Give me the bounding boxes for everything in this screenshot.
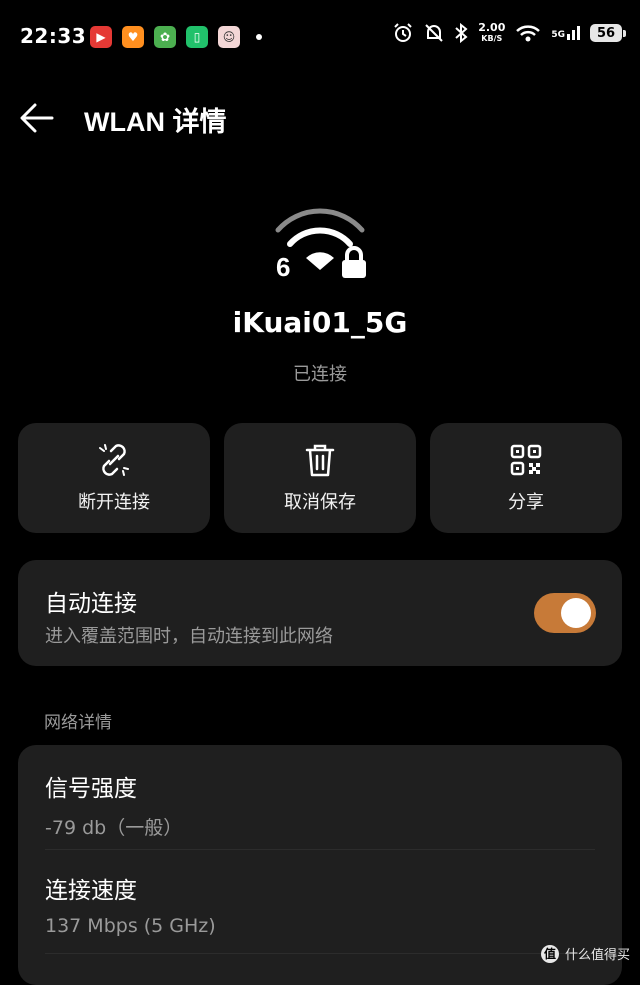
- cellular-signal-icon: 5G: [551, 26, 580, 40]
- wifi6-lock-icon: 6: [275, 208, 366, 282]
- connection-status: 已连接: [293, 364, 347, 385]
- signal-strength-value: -79 db（一般）: [45, 817, 183, 839]
- status-time: 22:33: [20, 24, 87, 48]
- avatar-app-icon: ☺: [218, 26, 240, 48]
- mute-bell-icon: [425, 24, 443, 42]
- disconnect-label: 断开连接: [78, 492, 150, 513]
- disconnect-button[interactable]: 断开连接: [18, 423, 210, 533]
- network-ssid: iKuai01_5G: [232, 306, 408, 339]
- wifi-status-icon: [516, 25, 541, 42]
- signal-strength-row: 信号强度 -79 db（一般）: [45, 769, 595, 840]
- wifi-standard-label: 6: [276, 252, 290, 282]
- auto-connect-subtitle: 进入覆盖范围时，自动连接到此网络: [45, 626, 333, 647]
- network-details-section-label: 网络详情: [44, 713, 112, 733]
- alarm-icon: [394, 23, 412, 42]
- trash-icon: [305, 444, 335, 477]
- watermark-text: 什么值得买: [564, 948, 630, 963]
- qr-code-icon: [510, 444, 542, 476]
- auto-connect-toggle[interactable]: [534, 593, 596, 633]
- link-speed-label: 连接速度: [45, 878, 137, 904]
- watermark-logo: 值: [540, 944, 559, 963]
- auto-connect-card: 自动连接 进入覆盖范围时，自动连接到此网络: [18, 560, 622, 666]
- net-speed-value: 2.00: [478, 21, 506, 34]
- system-icons: 2.00 KB/S 5G 56: [392, 22, 626, 44]
- bluetooth-icon: [455, 22, 468, 44]
- net-speed-unit: KB/S: [481, 34, 503, 43]
- divider: [45, 953, 595, 954]
- status-bar: 22:33 ▶ ♥ ✿ ▯ ☺ 2.00 KB/S 5G 56: [0, 0, 640, 72]
- video-app-icon: ▶: [90, 26, 112, 48]
- divider: [45, 849, 595, 850]
- network-details-card: 信号强度 -79 db（一般） 连接速度 137 Mbps (5 GHz): [18, 745, 622, 985]
- link-speed-row: 连接速度 137 Mbps (5 GHz): [45, 871, 595, 937]
- watermark: 值 什么值得买: [540, 944, 630, 963]
- share-button[interactable]: 分享: [430, 423, 622, 533]
- auto-connect-title: 自动连接: [45, 591, 137, 617]
- health-app-icon: ✿: [154, 26, 176, 48]
- toggle-knob: [561, 598, 591, 628]
- action-buttons: 断开连接 取消保存 分享: [18, 423, 622, 533]
- net-speed: 2.00 KB/S: [478, 22, 505, 44]
- forget-network-label: 取消保存: [284, 492, 356, 513]
- battery-icon: 56: [590, 24, 626, 42]
- signal-strength-label: 信号强度: [45, 776, 137, 802]
- green-app-icon: ▯: [186, 26, 208, 48]
- back-arrow-icon[interactable]: [18, 100, 56, 136]
- broken-link-icon: [99, 444, 129, 476]
- link-speed-value: 137 Mbps (5 GHz): [45, 915, 216, 937]
- more-notifications-dot-icon: [256, 34, 262, 40]
- share-label: 分享: [508, 492, 544, 513]
- page-title: WLAN 详情: [84, 107, 227, 137]
- battery-level: 56: [596, 25, 616, 41]
- app-header: WLAN 详情: [0, 88, 640, 148]
- forget-network-button[interactable]: 取消保存: [224, 423, 416, 533]
- shopping-app-icon: ♥: [122, 26, 144, 48]
- notification-icons: ▶ ♥ ✿ ▯ ☺: [90, 26, 262, 48]
- network-type: 5G: [551, 30, 565, 40]
